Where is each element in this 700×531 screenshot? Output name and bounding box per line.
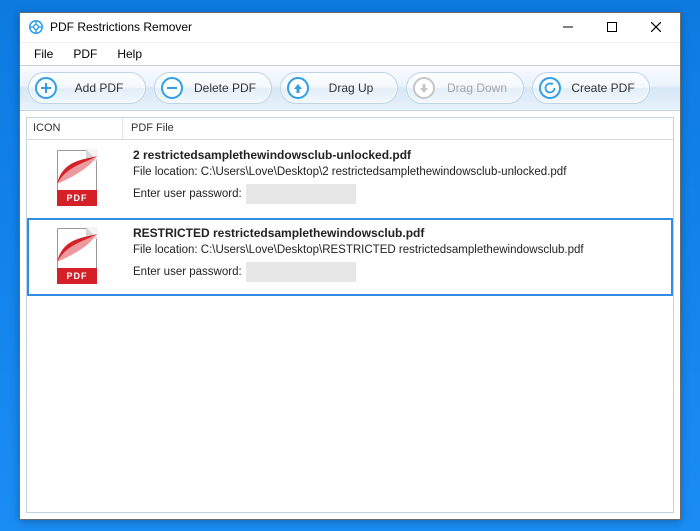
menu-help[interactable]: Help [109, 45, 150, 63]
close-button[interactable] [634, 13, 678, 41]
table-row[interactable]: PDF 2 restrictedsamplethewindowsclub-unl… [27, 140, 673, 218]
arrow-down-icon [413, 77, 435, 99]
title-bar[interactable]: PDF Restrictions Remover [20, 13, 680, 43]
delete-pdf-label: Delete PDF [193, 81, 257, 95]
window-controls [546, 13, 678, 42]
drag-up-button[interactable]: Drag Up [280, 72, 398, 104]
arrow-up-icon [287, 77, 309, 99]
column-headers: ICON PDF File [27, 118, 673, 140]
minus-icon [161, 77, 183, 99]
table-row[interactable]: PDF RESTRICTED restrictedsamplethewindow… [27, 218, 673, 296]
drag-down-label: Drag Down [445, 81, 509, 95]
add-pdf-button[interactable]: Add PDF [28, 72, 146, 104]
pdf-file-icon: PDF [29, 146, 125, 208]
menu-pdf[interactable]: PDF [65, 45, 105, 63]
refresh-icon [539, 77, 561, 99]
pdf-badge: PDF [57, 268, 97, 284]
window-title: PDF Restrictions Remover [50, 20, 546, 34]
file-location: File location: C:\Users\Love\Desktop\RES… [133, 244, 663, 256]
password-label: Enter user password: [133, 188, 242, 200]
create-pdf-button[interactable]: Create PDF [532, 72, 650, 104]
column-file-header[interactable]: PDF File [123, 118, 673, 139]
file-name: 2 restrictedsamplethewindowsclub-unlocke… [133, 148, 663, 162]
pdf-file-icon: PDF [29, 224, 125, 286]
minimize-button[interactable] [546, 13, 590, 41]
delete-pdf-button[interactable]: Delete PDF [154, 72, 272, 104]
file-name: RESTRICTED restrictedsamplethewindowsclu… [133, 226, 663, 240]
menu-file[interactable]: File [26, 45, 61, 63]
password-input[interactable] [246, 262, 356, 282]
add-pdf-label: Add PDF [67, 81, 131, 95]
file-list-panel: ICON PDF File PDF 2 restrictedsamplethew… [26, 117, 674, 513]
app-window: PDF Restrictions Remover File PDF Help A… [19, 12, 681, 520]
pdf-badge: PDF [57, 190, 97, 206]
file-location: File location: C:\Users\Love\Desktop\2 r… [133, 166, 663, 178]
drag-up-label: Drag Up [319, 81, 383, 95]
toolbar: Add PDF Delete PDF Drag Up Drag Down [20, 65, 680, 111]
menu-bar: File PDF Help [20, 43, 680, 65]
password-input[interactable] [246, 184, 356, 204]
maximize-button[interactable] [590, 13, 634, 41]
password-label: Enter user password: [133, 266, 242, 278]
column-icon-header[interactable]: ICON [27, 118, 123, 139]
rows-container: PDF 2 restrictedsamplethewindowsclub-unl… [27, 140, 673, 512]
create-pdf-label: Create PDF [571, 81, 635, 95]
plus-icon [35, 77, 57, 99]
drag-down-button: Drag Down [406, 72, 524, 104]
app-icon [28, 19, 44, 35]
